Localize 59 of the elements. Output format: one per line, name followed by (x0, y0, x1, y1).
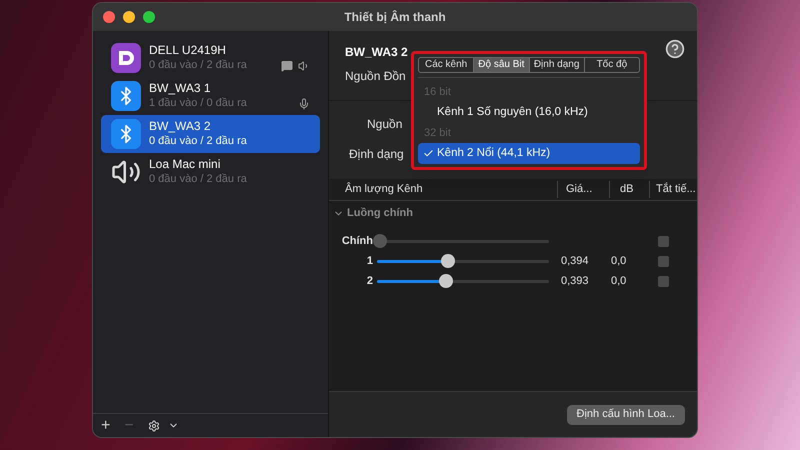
channel-label: 1 (366, 254, 374, 269)
minimize-button[interactable] (123, 11, 135, 23)
section-label: Luồng chính (347, 206, 413, 221)
mute-checkbox[interactable] (658, 236, 669, 246)
column-header[interactable]: dB (609, 181, 649, 198)
device-item[interactable]: Loa Mac mini 0 đầu vào / 2 đầu ra (101, 153, 320, 191)
volume-slider[interactable] (377, 254, 549, 268)
format-label: Định dạng (349, 146, 404, 163)
slider-thumb[interactable] (373, 234, 388, 248)
menu-option[interactable]: Kênh 2 Nổi (44,1 kHz) (418, 143, 640, 164)
device-name: BW_WA3 1 (149, 81, 212, 96)
section-toggle[interactable]: Luồng chính (329, 201, 697, 225)
source-label: Nguồn (366, 116, 402, 133)
gain-value: 0,394 (560, 254, 590, 269)
configure-speakers-button[interactable]: Định cấu hình Loa... (566, 404, 685, 424)
device-io-count: 0 đầu vào / 2 đầu ra (149, 134, 248, 149)
close-button[interactable] (103, 11, 115, 23)
db-value: 0,0 (610, 254, 628, 269)
window-title: Thiết bị Âm thanh (344, 9, 446, 26)
column-header[interactable]: Âm lượng Kênh (329, 181, 557, 198)
menu-option[interactable]: Kênh 1 Số nguyên (16,0 kHz) (418, 102, 640, 123)
device-name: BW_WA3 2 (149, 119, 212, 134)
maximize-button[interactable] (143, 11, 155, 23)
device-name: DELL U2419H (149, 43, 227, 58)
add-button[interactable]: + (101, 418, 110, 434)
gear-icon (148, 420, 160, 432)
menu-tab[interactable]: Tốc độ (584, 58, 639, 72)
clock-source-label: Nguồn Đồn (345, 68, 406, 85)
mute-checkbox[interactable] (658, 276, 669, 286)
device-io-count: 0 đầu vào / 2 đầu ra (149, 58, 248, 73)
column-header[interactable]: Giá... (557, 181, 609, 198)
gain-value: 0,393 (560, 274, 590, 289)
checkmark-icon (422, 148, 434, 159)
device-io-count: 1 đầu vào / 0 đầu ra (149, 96, 248, 111)
menu-tab[interactable]: Độ sâu Bit (473, 58, 528, 72)
help-button[interactable] (665, 39, 685, 59)
bluetooth-icon (111, 81, 141, 111)
device-io-count: 0 đầu vào / 2 đầu ra (149, 172, 248, 187)
volume-slider[interactable] (377, 274, 549, 288)
speaker-icon (298, 60, 310, 72)
bluetooth-icon (111, 119, 141, 149)
channel-label: 2 (366, 274, 374, 289)
display-app-icon (111, 43, 141, 73)
channel-label: Chính (340, 234, 374, 249)
device-title: BW_WA3 2 (345, 44, 408, 61)
column-header[interactable]: Tắt tiế... (649, 181, 697, 198)
device-item[interactable]: DELL U2419H 0 đầu vào / 2 đầu ra (101, 39, 320, 77)
device-item[interactable]: BW_WA3 1 1 đầu vào / 0 đầu ra (101, 77, 320, 115)
slider-thumb[interactable] (438, 274, 453, 288)
microphone-icon (298, 98, 310, 110)
db-value: 0,0 (610, 274, 628, 289)
message-icon (281, 60, 293, 72)
menu-tab[interactable]: Các kênh (419, 58, 474, 72)
device-name: Loa Mac mini (149, 157, 222, 172)
settings-menu-button[interactable] (148, 420, 179, 432)
slider-thumb[interactable] (440, 254, 455, 268)
menu-tab[interactable]: Định dạng (528, 58, 584, 72)
mute-checkbox[interactable] (658, 256, 669, 266)
device-item[interactable]: BW_WA3 2 0 đầu vào / 2 đầu ra (101, 115, 320, 153)
